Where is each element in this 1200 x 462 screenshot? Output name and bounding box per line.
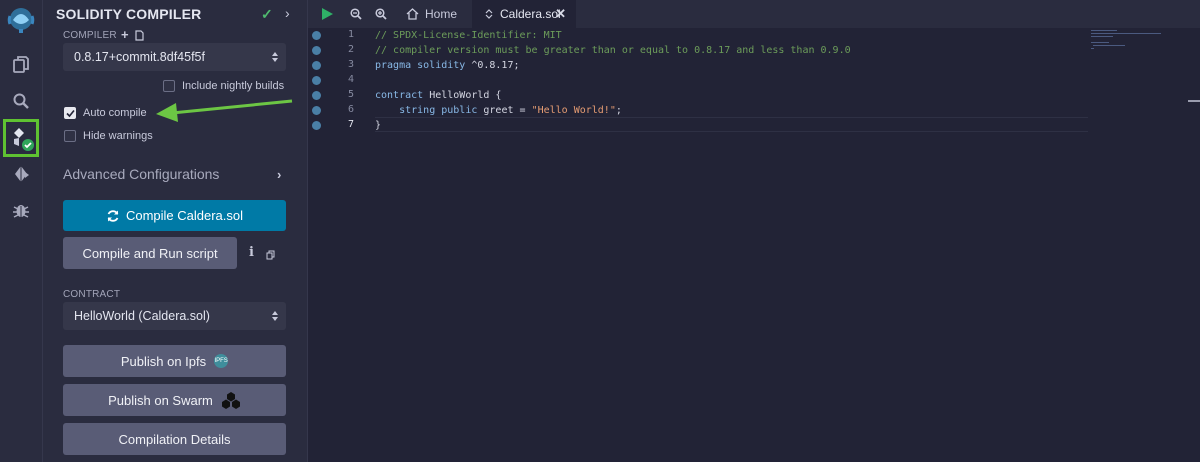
tab-home[interactable]: Home xyxy=(404,0,469,28)
zoom-in-icon[interactable] xyxy=(375,5,387,23)
auto-compile-label: Auto compile xyxy=(83,107,147,119)
publish-ipfs-label: Publish on Ipfs xyxy=(120,353,207,369)
breakpoint-marker[interactable] xyxy=(312,121,321,130)
breakpoint-marker[interactable] xyxy=(312,46,321,55)
code-editor[interactable]: 1 2 3 4 5 6 7 // SPDX-License-Identifier… xyxy=(308,28,1200,462)
icon-rail xyxy=(0,0,43,462)
compile-button-label: Compile Caldera.sol xyxy=(125,208,244,223)
select-arrows-icon xyxy=(272,311,278,321)
tab-caldera-sol-label: Caldera.sol xyxy=(500,7,561,21)
panel-title: SOLIDITY COMPILER xyxy=(56,6,202,22)
line-number: 1 xyxy=(347,29,354,40)
line-number: 7 xyxy=(347,119,354,130)
compiler-version-value: 0.8.17+commit.8df45f5f xyxy=(74,50,205,64)
add-icon[interactable]: + xyxy=(121,27,129,42)
scrollbar[interactable] xyxy=(1188,100,1200,102)
code-line: // compiler version must be greater than… xyxy=(375,45,851,56)
chevron-right-icon[interactable]: › xyxy=(285,5,290,21)
line-number: 6 xyxy=(347,104,354,115)
home-icon xyxy=(406,8,419,20)
select-arrows-icon xyxy=(272,52,278,62)
code-line: contract HelloWorld { xyxy=(375,90,502,101)
contract-label: CONTRACT xyxy=(63,289,121,300)
current-line-highlight xyxy=(375,117,1088,132)
debugger-icon[interactable] xyxy=(9,198,33,222)
line-number: 2 xyxy=(347,44,354,55)
include-nightly-checkbox[interactable] xyxy=(163,80,175,92)
checkmark-icon xyxy=(66,109,75,118)
tab-caldera-sol[interactable]: Caldera.sol ✕ xyxy=(472,0,576,28)
hide-warnings-label: Hide warnings xyxy=(83,130,153,142)
compiler-version-select[interactable]: 0.8.17+commit.8df45f5f xyxy=(63,43,286,71)
line-number: 5 xyxy=(347,89,354,100)
breakpoint-marker[interactable] xyxy=(312,106,321,115)
code-line: pragma solidity ^0.8.17; xyxy=(375,60,520,71)
code-line: // SPDX-License-Identifier: MIT xyxy=(375,30,562,41)
code-line: } xyxy=(375,120,382,131)
solidity-compiler-icon[interactable] xyxy=(8,125,36,153)
advanced-configurations-toggle[interactable]: Advanced Configurations xyxy=(63,166,219,182)
compilation-details-button[interactable]: Compilation Details xyxy=(63,423,286,455)
refresh-icon xyxy=(107,209,119,222)
tab-home-label: Home xyxy=(425,7,458,21)
compile-and-run-script-button[interactable]: Compile and Run script xyxy=(63,237,237,269)
deploy-run-icon[interactable] xyxy=(9,162,33,186)
chevron-right-icon[interactable]: › xyxy=(277,167,281,182)
swarm-icon xyxy=(221,392,240,409)
publish-swarm-label: Publish on Swarm xyxy=(108,392,213,408)
breakpoint-marker[interactable] xyxy=(312,31,321,40)
editor-tab-bar: Home Caldera.sol ✕ xyxy=(308,0,1200,28)
copy-icon[interactable] xyxy=(266,247,275,265)
editor-gutter: 1 2 3 4 5 6 7 xyxy=(308,28,374,462)
close-icon[interactable]: ✕ xyxy=(555,6,566,22)
solidity-file-icon xyxy=(485,9,493,19)
run-icon[interactable] xyxy=(322,5,333,23)
compile-and-run-label: Compile and Run script xyxy=(82,245,218,261)
editor-minimap[interactable] xyxy=(1088,28,1200,462)
code-line: string public greet = "Hello World!"; xyxy=(399,105,622,116)
hide-warnings-checkbox[interactable] xyxy=(64,130,76,142)
remix-logo-icon[interactable] xyxy=(4,4,38,36)
publish-swarm-button[interactable]: Publish on Swarm xyxy=(63,384,286,416)
line-number: 3 xyxy=(347,59,354,70)
info-icon[interactable]: i xyxy=(249,245,254,260)
breakpoint-marker[interactable] xyxy=(312,91,321,100)
breakpoint-marker[interactable] xyxy=(312,76,321,85)
annotation-arrow xyxy=(156,99,293,122)
compiler-label: COMPILER xyxy=(63,30,117,41)
breakpoint-marker[interactable] xyxy=(312,61,321,70)
search-icon[interactable] xyxy=(9,89,33,113)
publish-ipfs-button[interactable]: Publish on Ipfs IPFS xyxy=(63,345,286,377)
line-number: 4 xyxy=(347,74,354,85)
ipfs-icon: IPFS xyxy=(214,354,229,368)
contract-value: HelloWorld (Caldera.sol) xyxy=(74,309,210,323)
compilation-details-label: Compilation Details xyxy=(118,431,231,447)
include-nightly-label: Include nightly builds xyxy=(182,80,285,92)
file-explorer-icon[interactable] xyxy=(9,52,33,76)
solidity-compiler-panel: SOLIDITY COMPILER ✓ › COMPILER + 0.8.17+… xyxy=(43,0,308,462)
contract-select[interactable]: HelloWorld (Caldera.sol) xyxy=(63,302,286,330)
auto-compile-checkbox[interactable] xyxy=(64,107,76,119)
zoom-out-icon[interactable] xyxy=(350,5,362,23)
compile-button[interactable]: Compile Caldera.sol xyxy=(63,200,286,231)
check-icon: ✓ xyxy=(261,6,273,22)
